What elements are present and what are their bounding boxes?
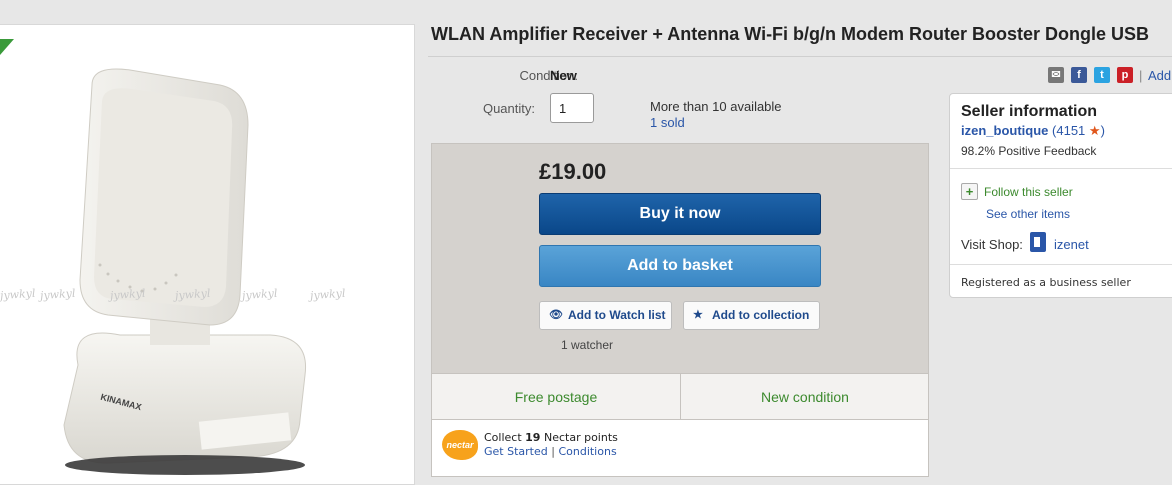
watermark-text: jywkyl <box>109 286 146 303</box>
seller-heading: Seller information <box>961 103 1098 120</box>
divider <box>950 264 1172 265</box>
new-condition-badge: New condition <box>761 389 849 405</box>
add-to-basket-button[interactable]: Add to basket <box>539 245 821 287</box>
shop-name-link[interactable]: izenet <box>1054 237 1089 252</box>
features-row: Free postage New condition <box>432 373 928 420</box>
email-icon[interactable]: ✉ <box>1048 67 1064 83</box>
star-icon: ★ <box>693 309 703 321</box>
add-share-link[interactable]: Add <box>1148 68 1171 83</box>
condition-value: New <box>550 68 577 83</box>
price: £19.00 <box>539 159 607 184</box>
availability-text: More than 10 available <box>650 99 782 114</box>
nectar-logo-icon: nectar <box>442 430 478 460</box>
follow-label: Follow this seller <box>984 185 1073 199</box>
seller-name-row: izen_boutique (4151 ★) <box>961 123 1105 139</box>
nectar-collect-suffix: Nectar points <box>543 431 618 444</box>
positive-feedback: 98.2% Positive Feedback <box>961 144 1097 158</box>
buy-it-now-button[interactable]: Buy it now <box>539 193 821 235</box>
registered-business-text: Registered as a business seller <box>961 276 1131 289</box>
nectar-points: 19 <box>525 431 541 444</box>
sold-link[interactable]: 1 sold <box>650 115 685 130</box>
watermark-text: jywkyl <box>39 286 76 303</box>
quantity-label: Quantity: <box>482 101 535 116</box>
eye-icon: 👁 <box>549 309 563 321</box>
watermark-text: jywkyl <box>241 286 278 303</box>
nectar-collect-prefix: Collect <box>484 431 522 444</box>
score-close: ) <box>1100 123 1105 138</box>
watcher-count: 1 watcher <box>561 338 614 352</box>
add-to-watch-list-button[interactable]: 👁 Add to Watch list <box>539 301 672 330</box>
pinterest-icon[interactable]: p <box>1117 67 1133 83</box>
divider <box>428 56 1172 57</box>
conditions-link[interactable]: Conditions <box>558 445 616 458</box>
visit-shop-label: Visit Shop: <box>961 237 1023 252</box>
product-image <box>63 68 307 475</box>
share-separator: | <box>1139 68 1143 83</box>
follow-seller-button[interactable]: + Follow this seller <box>961 183 1073 200</box>
links-separator: | <box>551 445 555 458</box>
nectar-row: nectar Collect 19 Nectar points Get Star… <box>432 419 928 476</box>
watermark-text: jywkyl <box>0 286 36 303</box>
product-image-panel[interactable]: jywkyl jywkyl jywkyl jywkyl jywkyl jywky… <box>0 24 415 485</box>
star-rating-icon: ★ <box>1088 123 1101 138</box>
add-to-collection-button[interactable]: ★ Add to collection <box>683 301 820 330</box>
see-other-items-link[interactable]: See other items <box>986 207 1070 221</box>
divider <box>950 168 1172 169</box>
seller-name-link[interactable]: izen_boutique <box>961 123 1048 138</box>
watch-list-label: Add to Watch list <box>568 308 666 322</box>
twitter-icon[interactable]: t <box>1094 67 1110 83</box>
nectar-links: Get Started | Conditions <box>484 445 617 458</box>
feedback-score-link[interactable]: 4151 <box>1056 123 1085 138</box>
shop-icon[interactable] <box>1030 232 1046 252</box>
quantity-input[interactable] <box>550 93 594 123</box>
nectar-points-text: Collect 19 Nectar points <box>484 431 618 444</box>
plus-icon: + <box>961 183 978 200</box>
facebook-icon[interactable]: f <box>1071 67 1087 83</box>
get-started-link[interactable]: Get Started <box>484 445 548 458</box>
watermark-text: jywkyl <box>309 286 346 303</box>
page-title: WLAN Amplifier Receiver + Antenna Wi-Fi … <box>431 24 1150 44</box>
collection-label: Add to collection <box>712 308 810 322</box>
watermark-text: jywkyl <box>174 286 211 303</box>
free-postage-badge: Free postage <box>514 389 598 405</box>
